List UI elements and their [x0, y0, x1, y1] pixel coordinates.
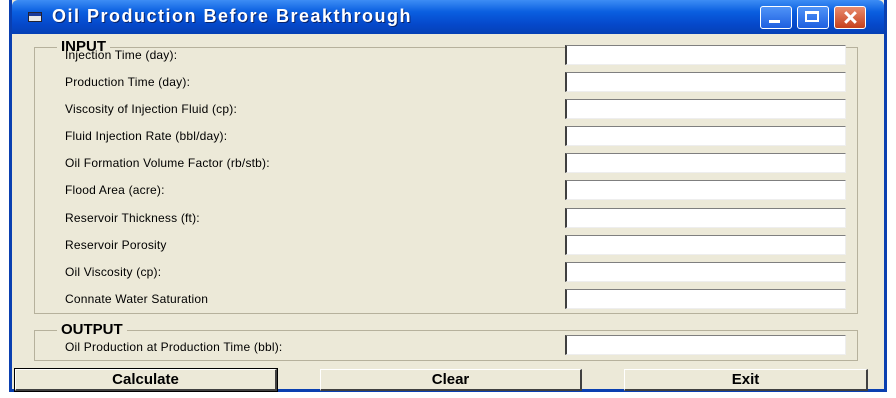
output-group-legend: OUTPUT [61, 321, 123, 338]
oil-production-output[interactable] [565, 335, 846, 355]
oil-fvf-label: Oil Formation Volume Factor (rb/stb): [65, 156, 270, 170]
flood-area-field[interactable] [565, 180, 846, 200]
oil-viscosity-label: Oil Viscosity (cp): [65, 265, 162, 279]
connate-water-field[interactable] [565, 289, 846, 309]
production-time-field[interactable] [565, 72, 846, 92]
exit-button[interactable]: Exit [624, 369, 868, 391]
flood-area-label: Flood Area (acre): [65, 183, 165, 197]
calculate-button[interactable]: Calculate [14, 368, 278, 392]
injection-time-field[interactable] [565, 45, 846, 65]
injection-rate-label: Fluid Injection Rate (bbl/day): [65, 129, 228, 143]
oil-fvf-field[interactable] [565, 153, 846, 173]
injection-viscosity-field[interactable] [565, 99, 846, 119]
window-title: Oil Production Before Breakthrough [52, 6, 413, 26]
clear-button[interactable]: Clear [320, 369, 582, 391]
injection-time-label: Injection Time (day): [65, 48, 178, 62]
oil-viscosity-field[interactable] [565, 262, 846, 282]
injection-rate-field[interactable] [565, 126, 846, 146]
app-icon[interactable] [28, 12, 42, 22]
title-bar[interactable]: Oil Production Before Breakthrough [12, 0, 884, 34]
injection-viscosity-label: Viscosity of Injection Fluid (cp): [65, 102, 237, 116]
reservoir-porosity-label: Reservoir Porosity [65, 238, 167, 252]
production-time-label: Production Time (day): [65, 75, 191, 89]
close-button[interactable] [834, 6, 866, 29]
oil-production-label: Oil Production at Production Time (bbl): [65, 340, 283, 354]
minimize-button[interactable] [760, 6, 792, 29]
reservoir-porosity-field[interactable] [565, 235, 846, 255]
reservoir-thickness-label: Reservoir Thickness (ft): [65, 211, 200, 225]
reservoir-thickness-field[interactable] [565, 208, 846, 228]
maximize-button[interactable] [797, 6, 829, 29]
connate-water-label: Connate Water Saturation [65, 292, 209, 306]
